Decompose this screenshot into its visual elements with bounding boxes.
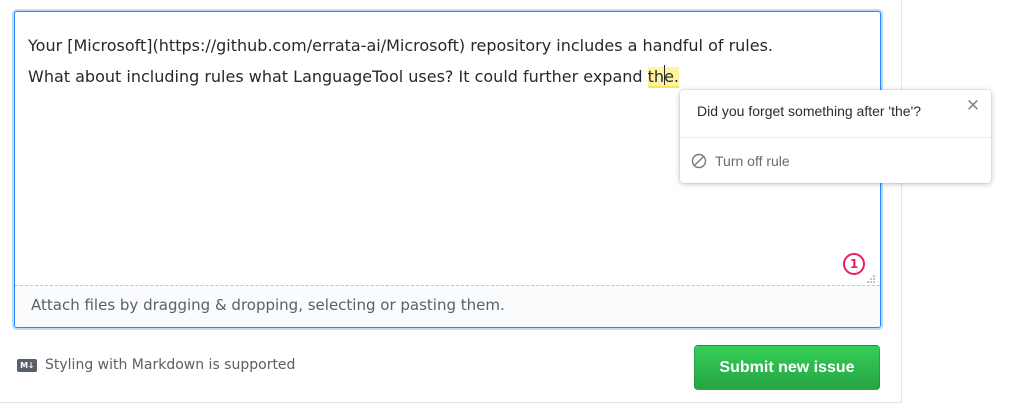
grammar-suggestion-popup: Did you forget something after 'the'? ✕ … bbox=[680, 90, 991, 183]
markdown-note-label: Styling with Markdown is supported bbox=[45, 357, 296, 373]
text-line-2: What about including rules what Language… bbox=[28, 67, 648, 86]
block-icon bbox=[691, 153, 707, 169]
resize-grip-icon[interactable] bbox=[866, 274, 876, 284]
turn-off-rule-button[interactable]: Turn off rule bbox=[691, 150, 790, 172]
turn-off-rule-label: Turn off rule bbox=[715, 153, 790, 169]
text-line-1: Your [Microsoft](https://github.com/erra… bbox=[28, 36, 774, 55]
markdown-support-note[interactable]: M↓ Styling with Markdown is supported bbox=[17, 357, 295, 373]
suggestion-message: Did you forget something after 'the'? bbox=[697, 103, 922, 119]
flagged-word[interactable]: the. bbox=[647, 65, 680, 88]
close-icon[interactable]: ✕ bbox=[965, 98, 981, 115]
file-drop-zone[interactable]: Attach files by dragging & dropping, sel… bbox=[15, 285, 880, 327]
submit-label: Submit new issue bbox=[719, 358, 855, 376]
attach-hint: Attach files by dragging & dropping, sel… bbox=[31, 296, 505, 314]
submit-issue-button[interactable]: Submit new issue bbox=[694, 345, 880, 390]
popup-divider bbox=[680, 137, 991, 138]
markdown-icon: M↓ bbox=[17, 358, 37, 372]
issue-count-badge[interactable]: 1 bbox=[843, 253, 865, 275]
